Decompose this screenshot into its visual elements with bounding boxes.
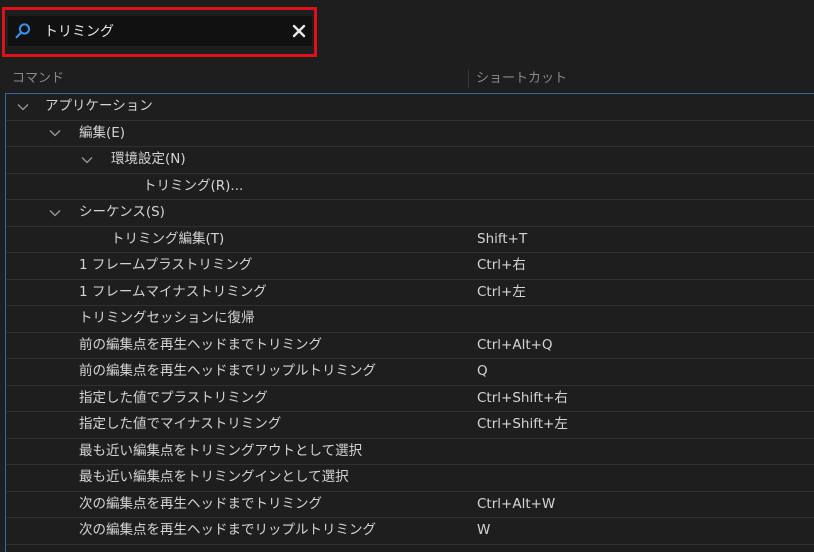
column-header-shortcut[interactable]: ショートカット	[476, 68, 567, 90]
tree-row[interactable]: 指定した値でマイナストリミング Ctrl+Shift+左	[6, 412, 814, 439]
tree-row[interactable]: 最も近い編集点をトリミングアウトとして選択	[6, 439, 814, 465]
command-label: 次の編集点を再生ヘッドまでトリミング	[79, 495, 322, 512]
shortcut-label[interactable]: Ctrl+Shift+左	[477, 412, 568, 437]
command-label: トリミング(R)...	[143, 177, 244, 194]
command-label: トリミング編集(T)	[111, 230, 225, 247]
chevron-down-icon[interactable]	[47, 121, 63, 146]
tree-row[interactable]: トリミング(R)...	[6, 174, 814, 200]
command-label: 最も近い編集点をトリミングインとして選択	[79, 469, 349, 485]
chevron-down-icon[interactable]	[47, 200, 63, 225]
chevron-down-icon[interactable]	[79, 147, 95, 172]
tree-row[interactable]: 次の編集点を再生ヘッドまでトリミング Ctrl+Alt+W	[6, 492, 814, 518]
shortcut-label[interactable]: Ctrl+Alt+W	[477, 492, 555, 517]
shortcut-label[interactable]: Q	[477, 359, 488, 384]
command-label: 最も近い編集点をトリミングアウトとして選択	[79, 442, 363, 459]
command-label: 編集(E)	[79, 124, 126, 141]
command-label: 1 フレームマイナストリミング	[79, 283, 267, 300]
tree-row[interactable]: アプリケーション	[6, 94, 814, 121]
shortcut-label[interactable]: W	[477, 518, 490, 543]
tree-row[interactable]: 1 フレームプラストリミング Ctrl+右	[6, 253, 814, 280]
search-box[interactable]	[8, 16, 312, 46]
command-label: 1 フレームプラストリミング	[79, 257, 253, 273]
keyboard-shortcuts-panel: コマンド ショートカット アプリケーション編集(E) 環境設定(N) トリミング(R…	[0, 0, 814, 552]
tree-row[interactable]: 前の編集点を再生ヘッドまでトリミング Ctrl+Alt+Q	[6, 333, 814, 359]
command-tree-list[interactable]: アプリケーション編集(E) 環境設定(N) トリミング(R)... シーケンス(S) ト…	[5, 93, 814, 552]
command-label: トリミングセッションに復帰	[79, 310, 255, 326]
tree-row[interactable]: 最も近い編集点をトリミングインとして選択	[6, 465, 814, 492]
command-label: シーケンス(S)	[79, 204, 165, 220]
tree-row[interactable]: 前の編集点を再生ヘッドまでリップルトリミング Q	[6, 359, 814, 386]
shortcut-label[interactable]: Ctrl+Shift+右	[477, 386, 568, 411]
search-icon	[12, 20, 34, 42]
tree-row[interactable]: 1 フレームマイナストリミング Ctrl+左	[6, 280, 814, 306]
tree-row[interactable]: トリミング編集(T) Shift+T	[6, 227, 814, 253]
close-icon[interactable]	[288, 20, 310, 42]
column-header-command[interactable]: コマンド	[12, 68, 64, 90]
tree-row[interactable]: 次の編集点を再生ヘッドまでリップルトリミング W	[6, 518, 814, 545]
command-label: 前の編集点を再生ヘッドまでリップルトリミング	[79, 363, 376, 379]
shortcut-label[interactable]: Shift+T	[477, 227, 527, 252]
column-divider[interactable]	[468, 70, 469, 88]
command-label: 前の編集点を再生ヘッドまでトリミング	[79, 336, 322, 353]
command-label: 指定した値でプラストリミング	[79, 389, 268, 406]
search-input[interactable]	[34, 17, 288, 45]
tree-row[interactable]: トリミングセッションに復帰	[6, 306, 814, 333]
tree-row[interactable]: 指定した値でプラストリミング Ctrl+Shift+右	[6, 386, 814, 412]
shortcut-label[interactable]: Ctrl+Alt+Q	[477, 333, 553, 358]
shortcut-label[interactable]: Ctrl+右	[477, 253, 526, 278]
tree-row[interactable]: 環境設定(N)	[6, 147, 814, 174]
tree-row[interactable]: 編集(E)	[6, 121, 814, 147]
tree-row[interactable]: シーケンス(S)	[6, 200, 814, 227]
command-label: 指定した値でマイナストリミング	[79, 416, 282, 432]
chevron-down-icon[interactable]	[15, 94, 31, 119]
command-label: 環境設定(N)	[111, 151, 186, 167]
command-label: アプリケーション	[45, 98, 153, 114]
shortcut-label[interactable]: Ctrl+左	[477, 280, 526, 305]
command-label: 次の編集点を再生ヘッドまでリップルトリミング	[79, 522, 376, 538]
